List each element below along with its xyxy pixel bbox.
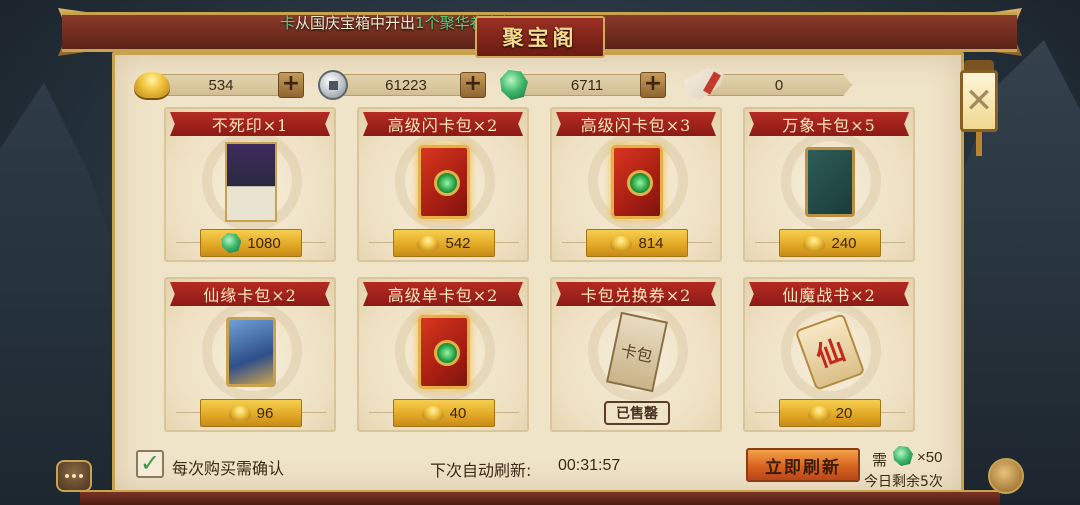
battle-scroll-art: 仙	[794, 312, 866, 392]
price-value: 96	[256, 404, 274, 422]
price-value: 20	[835, 404, 853, 422]
add-jade-button[interactable]: +	[640, 72, 666, 98]
chat-dot-icon	[65, 474, 69, 478]
shop-item-card[interactable]: 高级单卡包×2 40	[357, 277, 529, 432]
price-button[interactable]: 20	[779, 399, 881, 427]
item-title: 高级闪卡包×2	[363, 112, 523, 136]
wanxiang-pack-art	[801, 142, 859, 222]
confirm-label: 每次购买需确认	[172, 459, 285, 478]
price-button[interactable]: 40	[393, 399, 495, 427]
shop-item-card: 卡包兑换券×2 卡包 已售罄	[550, 277, 722, 432]
silver-coin-icon	[318, 70, 348, 100]
background-mountain-left	[0, 82, 110, 505]
gold-ingot-icon	[807, 405, 830, 421]
item-title: 万象卡包×5	[749, 112, 909, 136]
add-gold-button[interactable]: +	[278, 72, 304, 98]
price-value: 814	[638, 234, 664, 252]
xianyuan-pack-art	[222, 312, 280, 392]
shop-item-card[interactable]: 万象卡包×5 240	[743, 107, 915, 262]
price-value: 542	[445, 234, 471, 252]
price-button[interactable]: 1080	[200, 229, 302, 257]
refresh-cost-label: 需	[872, 451, 888, 469]
price-value: 40	[449, 404, 467, 422]
shop-item-card[interactable]: 仙缘卡包×2 96	[164, 277, 336, 432]
refresh-countdown: 00:31:57	[558, 457, 621, 474]
gold-ingot-icon	[803, 235, 826, 251]
marquee-text: 从国庆宝箱中开出	[295, 14, 416, 32]
shop-item-card[interactable]: 高级闪卡包×2 542	[357, 107, 529, 262]
item-title: 高级闪卡包×3	[556, 112, 716, 136]
currency-gold: 534 +	[134, 70, 304, 100]
chat-dot-icon	[79, 474, 83, 478]
item-title: 不死印×1	[170, 112, 330, 136]
gold-ingot-icon	[610, 235, 633, 251]
jade-value: 6711	[518, 74, 656, 96]
voucher-art: 卡包	[606, 311, 668, 393]
silver-value: 61223	[338, 74, 474, 96]
price-button[interactable]: 240	[779, 229, 881, 257]
card-pack-art	[608, 142, 666, 222]
gourd-menu-button[interactable]	[988, 458, 1024, 494]
marquee-icon: 卡	[280, 14, 296, 32]
gold-ingot-icon	[134, 72, 170, 98]
add-silver-button[interactable]: +	[460, 72, 486, 98]
hero-card-art	[222, 142, 280, 222]
auto-refresh-label: 下次自动刷新:	[430, 461, 532, 480]
currency-jade: 6711 +	[500, 70, 668, 100]
bottom-beam	[80, 490, 1000, 505]
chat-button[interactable]	[56, 460, 92, 492]
gold-ingot-icon	[417, 235, 440, 251]
price-button[interactable]: 814	[586, 229, 688, 257]
jade-icon	[221, 233, 242, 253]
currency-scroll: 0	[684, 68, 854, 100]
currency-silver: 61223 +	[318, 70, 486, 100]
lantern-tassel	[976, 132, 982, 156]
item-title: 卡包兑换券×2	[556, 282, 716, 306]
confirm-checkbox[interactable]: ✓	[136, 450, 164, 478]
shop-item-card[interactable]: 高级闪卡包×3 814	[550, 107, 722, 262]
scroll-value: 0	[706, 74, 852, 96]
gold-ingot-icon	[421, 405, 444, 421]
price-button[interactable]: 96	[200, 399, 302, 427]
gold-value: 534	[154, 74, 288, 96]
item-title: 仙缘卡包×2	[170, 282, 330, 306]
shop-item-card[interactable]: 仙魔战书×2 仙 20	[743, 277, 915, 432]
remaining-refreshes: 今日剩余5次	[864, 474, 943, 490]
sold-out-stamp: 已售罄	[604, 401, 670, 425]
item-title: 高级单卡包×2	[363, 282, 523, 306]
item-title: 仙魔战书×2	[749, 282, 909, 306]
card-pack-art	[415, 312, 473, 392]
gold-ingot-icon	[228, 405, 251, 421]
refresh-now-button[interactable]: 立即刷新	[746, 448, 860, 482]
price-button[interactable]: 542	[393, 229, 495, 257]
refresh-cost-amount: ×50	[917, 449, 943, 466]
card-pack-art	[415, 142, 473, 222]
chat-dot-icon	[72, 474, 76, 478]
price-value: 1080	[247, 234, 281, 252]
close-button[interactable]: ✕	[958, 58, 1000, 158]
close-icon: ✕	[960, 70, 998, 132]
price-value: 240	[831, 234, 857, 252]
shop-item-card[interactable]: 不死印×1 1080	[164, 107, 336, 262]
shop-title: 聚宝阁	[475, 16, 605, 58]
